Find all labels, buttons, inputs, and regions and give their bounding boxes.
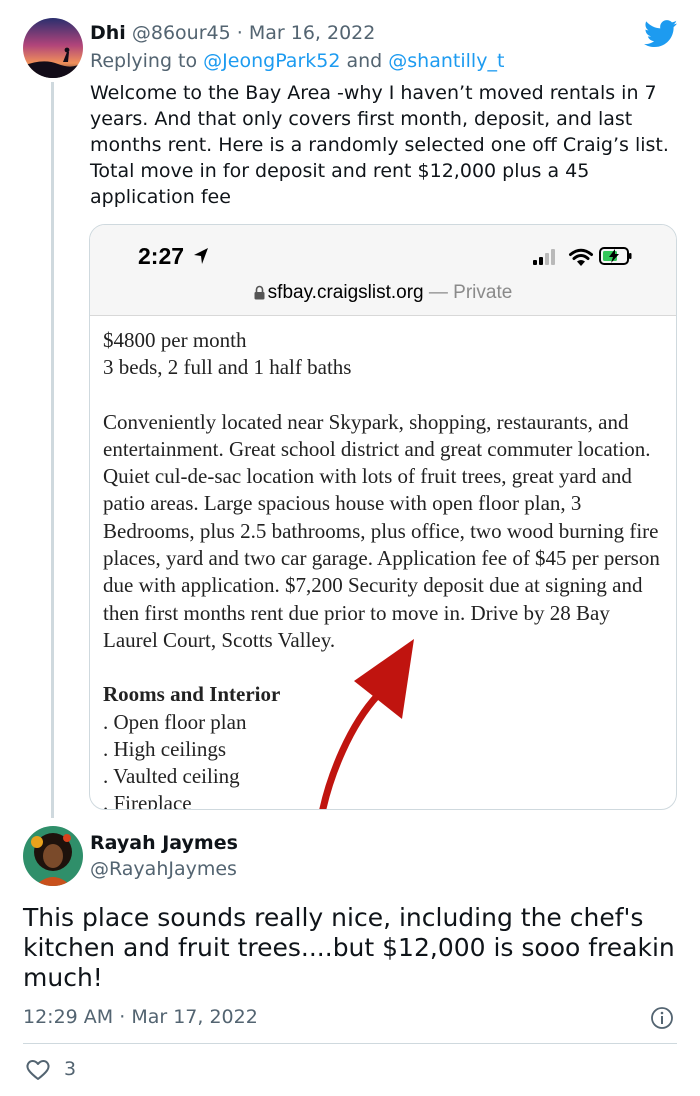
avatar-dhi[interactable] <box>23 18 83 78</box>
avatar-rayah[interactable] <box>23 826 83 886</box>
attached-screenshot[interactable]: 2:27 sfbay.craigslist.org — Private $480… <box>89 224 677 810</box>
phone-status-bar: 2:27 sfbay.craigslist.org — Private <box>90 225 676 316</box>
lock-icon <box>254 285 265 300</box>
tweet1-body: Welcome to the Bay Area -why I haven’t m… <box>90 82 669 208</box>
tweet2-separator: · <box>119 1006 126 1028</box>
tweet2-handle[interactable]: @RayahJaymes <box>90 858 237 880</box>
battery-charging-icon <box>599 247 632 265</box>
cellular-signal-icon <box>533 249 555 265</box>
tweet1-date[interactable]: Mar 16, 2022 <box>249 22 376 44</box>
reply-and: and <box>346 50 383 72</box>
listing-price: $4800 per month <box>103 328 247 352</box>
tweet2-body: This place sounds really nice, including… <box>23 903 675 992</box>
replying-to-prefix: Replying to <box>90 50 198 72</box>
red-annotation-arrow <box>319 639 414 809</box>
phone-clock: 2:27 <box>138 243 185 269</box>
browser-address[interactable]: sfbay.craigslist.org — Private <box>90 282 676 304</box>
tweet2-display-name[interactable]: Rayah Jaymes <box>90 832 238 854</box>
replying-to-line: Replying to @JeongPark52 and @shantilly_… <box>90 50 504 72</box>
heart-icon[interactable] <box>25 1058 51 1082</box>
tweet1-header: Dhi @86our45 · Mar 16, 2022 <box>90 22 375 44</box>
like-count: 3 <box>64 1058 77 1080</box>
twitter-bird-icon[interactable] <box>644 20 678 48</box>
reply-mention-1[interactable]: @JeongPark52 <box>203 50 340 72</box>
tweet1-separator: · <box>236 22 243 44</box>
divider <box>23 1043 677 1044</box>
thread-connector-line <box>51 82 54 818</box>
tweet2-date: Mar 17, 2022 <box>131 1006 258 1028</box>
avatar-image <box>23 18 83 78</box>
avatar-image <box>23 826 83 886</box>
reply-mention-2[interactable]: @shantilly_t <box>388 50 504 72</box>
browser-url: sfbay.craigslist.org <box>267 282 424 303</box>
private-mode-label: — Private <box>428 282 513 303</box>
tweet1-display-name[interactable]: Dhi <box>90 22 126 44</box>
tweet1-handle[interactable]: @86our45 <box>132 22 231 44</box>
location-arrow-icon <box>194 248 208 264</box>
tweet2-timestamp[interactable]: 12:29 AM · Mar 17, 2022 <box>23 1006 258 1028</box>
tweet2-time: 12:29 AM <box>23 1006 114 1028</box>
listing-rooms: 3 beds, 2 full and 1 half baths <box>103 355 352 380</box>
wifi-icon <box>569 248 593 266</box>
info-icon[interactable] <box>650 1006 674 1030</box>
listing-description: Conveniently located near Skypark, shopp… <box>103 409 660 652</box>
